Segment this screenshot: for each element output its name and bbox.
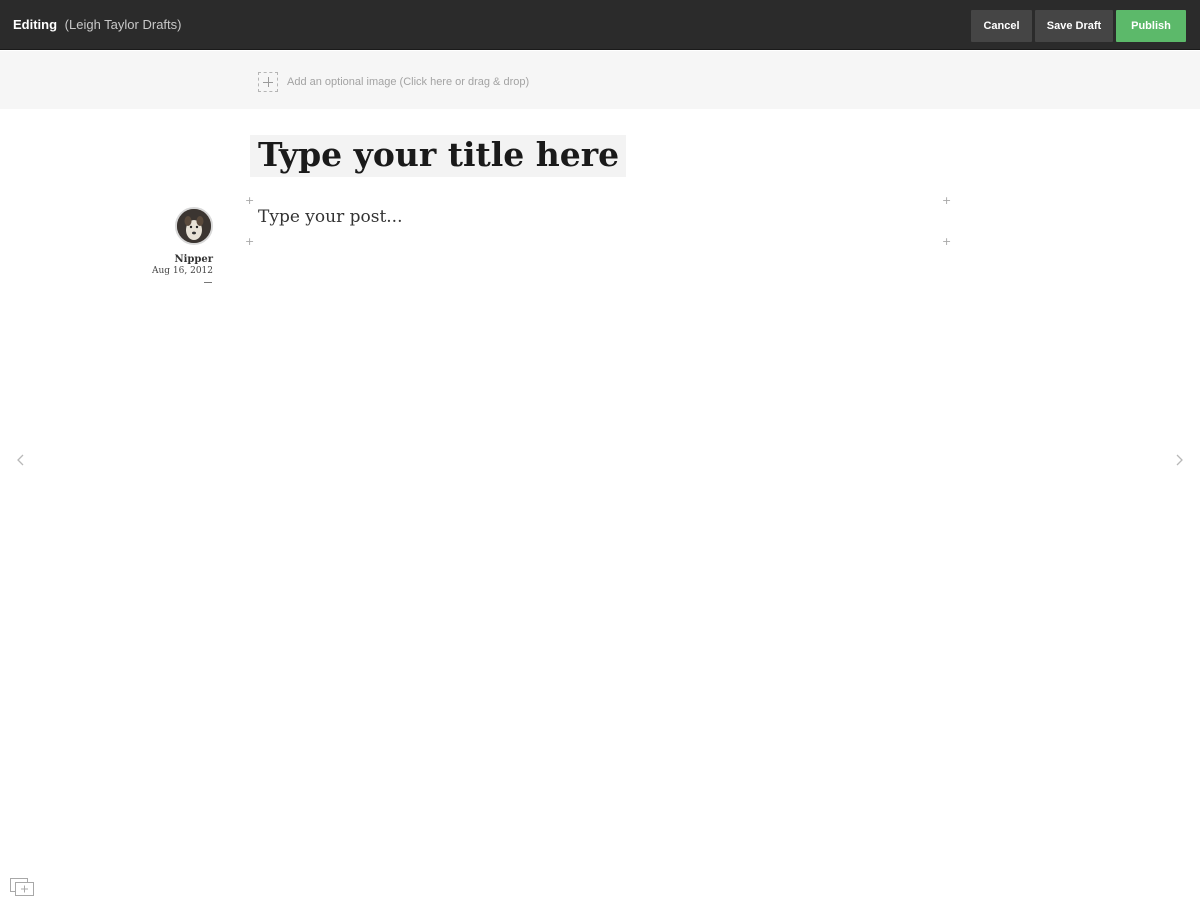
image-upload-area[interactable]: Add an optional image (Click here or dra…: [0, 51, 1200, 109]
insert-plus-icon[interactable]: +: [245, 195, 254, 206]
author-name: Nipper: [174, 254, 213, 265]
save-draft-button[interactable]: Save Draft: [1035, 10, 1113, 42]
insert-plus-icon[interactable]: +: [942, 236, 951, 247]
dog-avatar-image: [177, 209, 211, 243]
cancel-button[interactable]: Cancel: [971, 10, 1032, 42]
chevron-left-icon[interactable]: [14, 452, 28, 468]
editing-label: Editing: [13, 17, 58, 32]
add-image-label[interactable]: Add an optional image (Click here or dra…: [287, 76, 529, 88]
publish-button[interactable]: Publish: [1116, 10, 1186, 42]
insert-plus-icon[interactable]: +: [245, 236, 254, 247]
post-title-input[interactable]: Type your title here: [250, 135, 627, 177]
insert-plus-icon[interactable]: +: [942, 195, 951, 206]
add-image-icon[interactable]: [258, 72, 278, 92]
collection-label: (Leigh Taylor Drafts): [64, 17, 182, 32]
add-image-control[interactable]: Add an optional image (Click here or dra…: [258, 72, 529, 92]
post-date: Aug 16, 2012: [152, 266, 213, 276]
chevron-right-icon[interactable]: [1172, 452, 1186, 468]
editing-header: Editing (Leigh Taylor Drafts): [13, 17, 181, 32]
author-divider: [204, 282, 212, 283]
post-body-input[interactable]: Type your post...: [258, 207, 403, 227]
author-avatar: [175, 207, 213, 245]
top-bar: Editing (Leigh Taylor Drafts) Cancel Sav…: [0, 0, 1200, 50]
add-gallery-icon[interactable]: [9, 877, 35, 897]
